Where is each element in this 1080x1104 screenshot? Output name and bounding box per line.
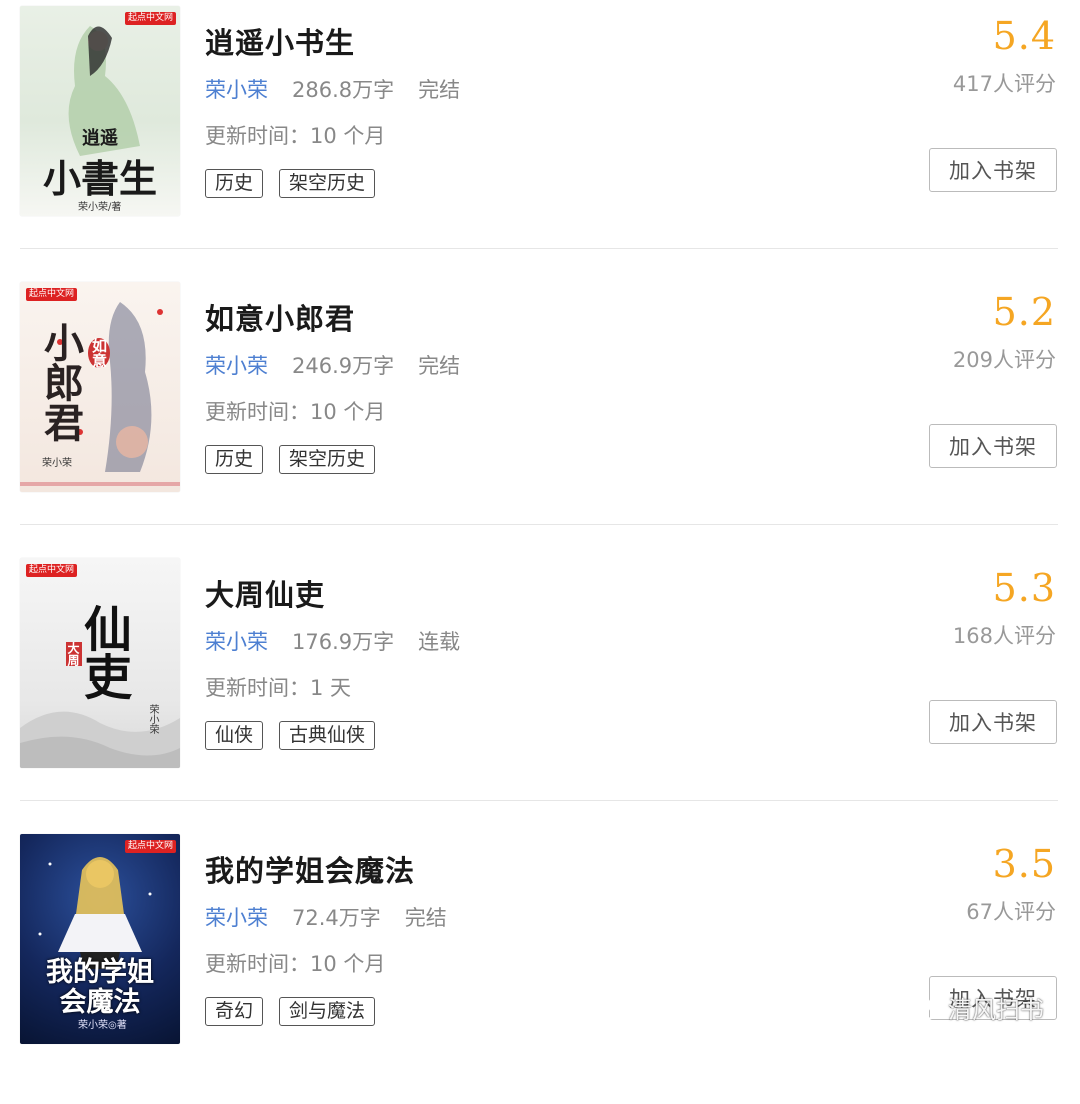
row-divider [20, 248, 1058, 249]
rating-score: 5.3 [992, 566, 1056, 610]
book-status: 完结 [404, 906, 447, 930]
word-count: 72.4万字 [292, 906, 381, 930]
tag[interactable]: 奇幻 [205, 997, 264, 1026]
book-item[interactable]: 起点中文网 小郎君 如意 荣小荣 如意小郎君 荣小荣 246.9万字 完结 更新时间… [0, 276, 1080, 552]
tag[interactable]: 历史 [205, 169, 264, 198]
author-link[interactable]: 荣小荣 [205, 78, 268, 102]
word-count: 286.8万字 [292, 78, 395, 102]
book-cover[interactable]: 起点中文网 仙吏 大周 荣小荣 [20, 558, 180, 768]
book-cover[interactable]: 起点中文网 我的学姐 会魔法 荣小荣◎著 [20, 834, 180, 1044]
cover-title-large: 小書生 [42, 156, 157, 201]
update-time: 更新时间：1 天 [205, 676, 352, 700]
row-divider [20, 524, 1058, 525]
rating-score: 3.5 [992, 842, 1056, 886]
cover-author: 荣小荣◎著 [78, 1020, 127, 1031]
book-title[interactable]: 我的学姐会魔法 [205, 848, 415, 890]
book-list: 起点中文网 逍遥 小書生 荣小荣/著 逍遥小书生 荣小荣 286.8万字 完结 更新… [0, 0, 1080, 1053]
author-link[interactable]: 荣小荣 [205, 354, 268, 378]
rating-count: 417人评分 [952, 72, 1056, 96]
add-to-shelf-button[interactable]: 加入书架 [929, 424, 1057, 468]
cover-author: 荣小荣 [42, 458, 72, 469]
book-item[interactable]: 起点中文网 逍遥 小書生 荣小荣/著 逍遥小书生 荣小荣 286.8万字 完结 更新… [0, 0, 1080, 276]
book-title[interactable]: 大周仙吏 [205, 572, 325, 614]
book-meta: 荣小荣 176.9万字 连载 [205, 626, 460, 656]
tag[interactable]: 仙侠 [205, 721, 264, 750]
tag-list: 奇幻 剑与魔法 [205, 997, 376, 1026]
book-item[interactable]: 起点中文网 仙吏 大周 荣小荣 大周仙吏 荣小荣 176.9万字 连载 更新时间：1… [0, 552, 1080, 828]
wechat-icon [907, 994, 938, 1019]
book-title[interactable]: 如意小郎君 [205, 296, 355, 338]
watermark-text: 清风扫书 [948, 996, 1044, 1024]
book-meta: 荣小荣 246.9万字 完结 [205, 350, 460, 380]
update-time: 更新时间：10 个月 [205, 952, 386, 976]
tag-list: 仙侠 古典仙侠 [205, 721, 376, 750]
book-status: 连载 [418, 630, 461, 654]
tag-list: 历史 架空历史 [205, 169, 376, 198]
rating-score: 5.2 [992, 290, 1056, 334]
word-count: 246.9万字 [292, 354, 395, 378]
rating-count: 67人评分 [966, 900, 1056, 924]
row-divider [20, 800, 1058, 801]
watermark: 清风扫书 [906, 990, 1044, 1025]
book-meta: 荣小荣 286.8万字 完结 [205, 74, 460, 104]
tag[interactable]: 架空历史 [279, 169, 376, 198]
book-cover[interactable]: 起点中文网 小郎君 如意 荣小荣 [20, 282, 180, 492]
update-time: 更新时间：10 个月 [205, 124, 386, 148]
rating-count: 209人评分 [952, 348, 1056, 372]
cover-badge: 起点中文网 [124, 840, 176, 853]
author-link[interactable]: 荣小荣 [205, 630, 268, 654]
add-to-shelf-button[interactable]: 加入书架 [929, 700, 1057, 744]
tag[interactable]: 架空历史 [279, 445, 376, 474]
cover-badge: 起点中文网 [26, 564, 78, 577]
update-time: 更新时间：10 个月 [205, 400, 386, 424]
tag[interactable]: 历史 [205, 445, 264, 474]
cover-author: 荣小荣 [147, 704, 158, 734]
book-item[interactable]: 起点中文网 我的学姐 会魔法 荣小荣◎著 我的学姐会魔法 荣小荣 72.4万字 完结… [0, 828, 1080, 1104]
tag[interactable]: 剑与魔法 [279, 997, 376, 1026]
book-cover[interactable]: 起点中文网 逍遥 小書生 荣小荣/著 [20, 6, 180, 216]
add-to-shelf-button[interactable]: 加入书架 [929, 148, 1057, 192]
cover-badge: 起点中文网 [124, 12, 176, 25]
word-count: 176.9万字 [292, 630, 395, 654]
book-status: 完结 [418, 78, 461, 102]
book-meta: 荣小荣 72.4万字 完结 [205, 902, 447, 932]
cover-title-small: 逍遥 [82, 128, 118, 149]
tag-list: 历史 架空历史 [205, 445, 376, 474]
tag[interactable]: 古典仙侠 [279, 721, 376, 750]
rating-score: 5.4 [992, 14, 1056, 58]
cover-author: 荣小荣/著 [78, 202, 122, 213]
book-status: 完结 [418, 354, 461, 378]
cover-title-large: 会魔法 [59, 987, 141, 1018]
cover-title-small: 如意 [88, 338, 110, 368]
author-link[interactable]: 荣小荣 [205, 906, 268, 930]
book-title[interactable]: 逍遥小书生 [205, 20, 355, 62]
cover-title-large: 小郎君 [37, 322, 84, 442]
rating-count: 168人评分 [952, 624, 1056, 648]
cover-title-small: 大周 [66, 642, 82, 666]
cover-badge: 起点中文网 [26, 288, 78, 301]
